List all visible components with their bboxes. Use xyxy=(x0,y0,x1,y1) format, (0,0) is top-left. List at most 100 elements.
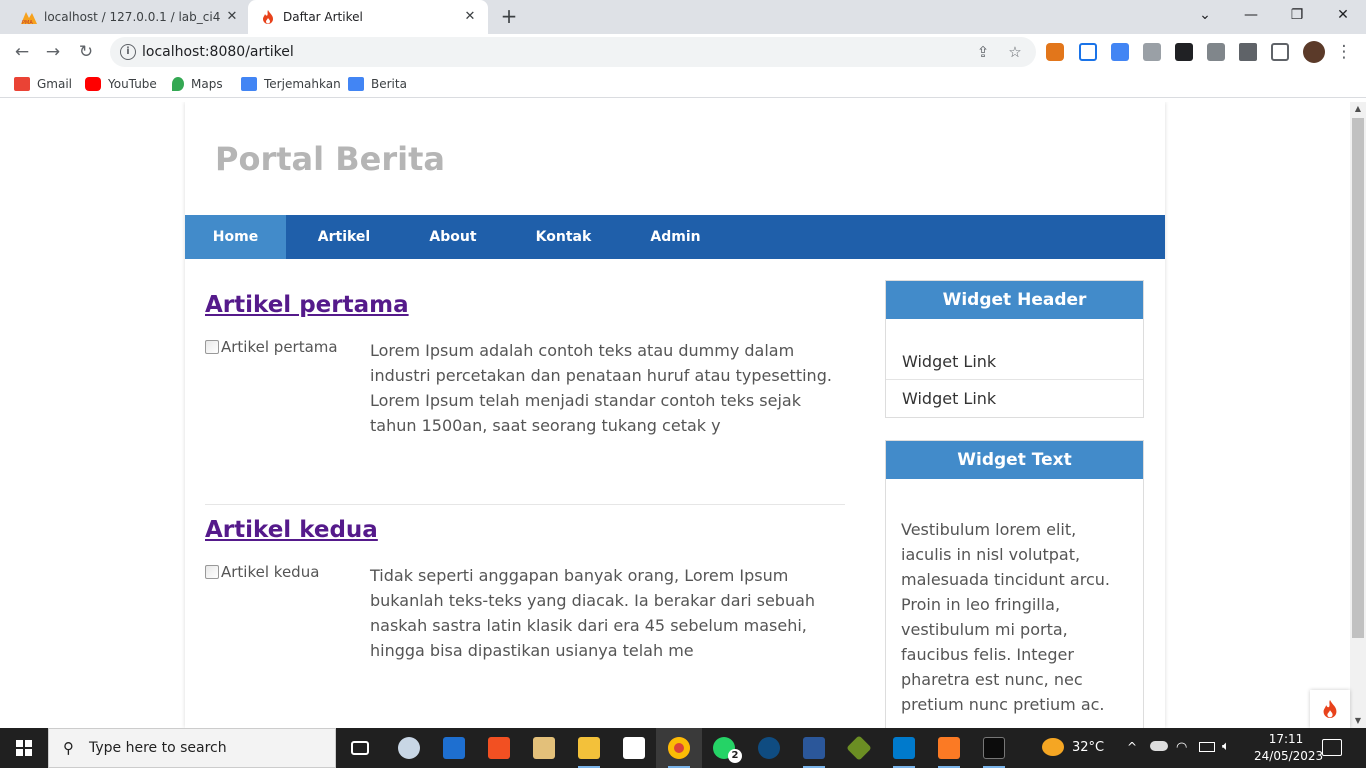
weather-temp: 32°C xyxy=(1072,740,1105,755)
metamask-extension-icon[interactable] xyxy=(1046,43,1064,61)
side-panel-icon[interactable] xyxy=(1271,43,1289,61)
weather-sun-icon xyxy=(1042,738,1064,756)
tab-title: Daftar Artikel xyxy=(283,10,363,24)
widget-text-body: Vestibulum lorem elit, iaculis in nisl v… xyxy=(901,520,1110,714)
article-item: Artikel pertama Artikel pertama Lorem Ip… xyxy=(205,280,845,505)
address-url[interactable]: localhost:8080/artikel xyxy=(142,44,294,60)
image-extension-icon[interactable] xyxy=(1143,43,1161,61)
tray-chevron-up-icon[interactable]: ^ xyxy=(1127,740,1137,780)
scroll-up-arrow-icon[interactable]: ▲ xyxy=(1350,102,1366,116)
news-icon xyxy=(348,77,364,91)
bookmark-berita[interactable]: Berita xyxy=(348,76,407,92)
task-view-icon[interactable] xyxy=(337,728,383,768)
clock-time: 17:11 xyxy=(1268,732,1304,746)
battery-icon[interactable] xyxy=(1199,742,1215,752)
onedrive-cloud-icon[interactable] xyxy=(1150,741,1168,751)
git-app-icon[interactable] xyxy=(836,728,882,768)
translate-extension-icon[interactable] xyxy=(1111,43,1129,61)
scrollbar-thumb[interactable] xyxy=(1352,118,1364,638)
article-title-link[interactable]: Artikel kedua xyxy=(205,517,378,543)
tab-search-chevron-icon[interactable]: ⌄ xyxy=(1182,0,1228,30)
paint-app-icon[interactable] xyxy=(386,728,432,768)
article-image-alt: Artikel kedua xyxy=(221,563,320,581)
address-bar[interactable]: i localhost:8080/artikel ⇪ ☆ xyxy=(110,37,1036,67)
widget-text-title: Widget Text xyxy=(886,441,1143,479)
minimize-button[interactable]: — xyxy=(1228,0,1274,30)
article-excerpt: Lorem Ipsum adalah contoh teks atau dumm… xyxy=(370,341,832,435)
search-placeholder: Type here to search xyxy=(89,740,227,756)
close-icon[interactable]: ✕ xyxy=(462,9,478,25)
bookmark-gmail[interactable]: Gmail xyxy=(14,76,72,92)
gmail-icon xyxy=(14,77,30,91)
widget-link[interactable]: Widget Link xyxy=(886,343,1143,380)
nav-about[interactable]: About xyxy=(402,215,504,259)
edge-app-icon[interactable] xyxy=(746,728,792,768)
nav-artikel[interactable]: Artikel xyxy=(286,215,402,259)
share-icon[interactable]: ⇪ xyxy=(974,43,992,61)
copy-extension-icon[interactable] xyxy=(1207,43,1225,61)
widget-header-title: Widget Header xyxy=(886,281,1143,319)
codeigniter-debug-toolbar-icon[interactable] xyxy=(1310,690,1350,728)
back-button[interactable]: ← xyxy=(10,40,34,64)
bookmark-youtube[interactable]: YouTube xyxy=(85,76,157,92)
tab-title: localhost / 127.0.0.1 / lab_ci4 / user xyxy=(44,10,222,24)
word-viewer-icon[interactable] xyxy=(521,728,567,768)
notepad-app-icon[interactable] xyxy=(611,728,657,768)
chrome-app-icon[interactable] xyxy=(656,728,702,768)
windows-taskbar: ⚲ Type here to search 2 32°C ^ ◠ 🔈︎ 17:1… xyxy=(0,728,1366,768)
terminal-app-icon[interactable] xyxy=(971,728,1017,768)
taskbar-clock[interactable]: 17:11 24/05/2023 xyxy=(1254,731,1324,765)
site-info-icon[interactable]: i xyxy=(120,44,136,60)
puzzle-extensions-icon[interactable] xyxy=(1239,43,1257,61)
restore-button[interactable]: ❐ xyxy=(1274,0,1320,30)
bookmark-label: Gmail xyxy=(37,77,73,91)
bookmark-label: Berita xyxy=(371,77,407,91)
svg-text:PMA: PMA xyxy=(22,20,33,25)
store-app-icon[interactable] xyxy=(476,728,522,768)
page-viewport: Portal Berita Home Artikel About Kontak … xyxy=(0,102,1350,728)
wifi-icon[interactable]: ◠ xyxy=(1176,740,1187,780)
document-extension-icon[interactable] xyxy=(1079,43,1097,61)
mail-app-icon[interactable] xyxy=(431,728,477,768)
article-item: Artikel kedua Artikel kedua Tidak sepert… xyxy=(205,505,845,728)
sidebar: Widget Header Widget Link Widget Link Wi… xyxy=(885,280,1144,728)
nav-kontak[interactable]: Kontak xyxy=(504,215,623,259)
tab-phpmyadmin[interactable]: PMA localhost / 127.0.0.1 / lab_ci4 / us… xyxy=(8,0,248,34)
widget-link[interactable]: Widget Link xyxy=(886,380,1143,417)
translate-icon xyxy=(241,77,257,91)
windows-logo-icon xyxy=(16,740,32,756)
site-header: Portal Berita xyxy=(185,102,1165,215)
bookmark-maps[interactable]: Maps xyxy=(172,76,223,92)
new-tab-button[interactable]: + xyxy=(498,6,520,28)
vscode-app-icon[interactable] xyxy=(881,728,927,768)
article-title-link[interactable]: Artikel pertama xyxy=(205,292,409,318)
close-window-button[interactable]: ✕ xyxy=(1320,0,1366,30)
whatsapp-app-icon[interactable]: 2 xyxy=(701,728,747,768)
close-icon[interactable]: ✕ xyxy=(224,9,240,25)
clock-date: 24/05/2023 xyxy=(1254,749,1324,763)
scroll-down-arrow-icon[interactable]: ▼ xyxy=(1350,714,1366,728)
browser-tab-strip: PMA localhost / 127.0.0.1 / lab_ci4 / us… xyxy=(0,0,1366,34)
article-image-alt: Artikel pertama xyxy=(221,338,338,356)
taskbar-search-box[interactable]: ⚲ Type here to search xyxy=(48,728,336,768)
profile-avatar[interactable] xyxy=(1303,41,1325,63)
start-button[interactable] xyxy=(0,728,48,768)
forward-button[interactable]: → xyxy=(41,40,65,64)
file-explorer-icon[interactable] xyxy=(566,728,612,768)
broken-image-icon xyxy=(205,565,219,579)
menu-dots-icon[interactable]: ⋮ xyxy=(1332,40,1356,64)
ms-word-icon[interactable] xyxy=(791,728,837,768)
xampp-app-icon[interactable] xyxy=(926,728,972,768)
bookmark-terjemahkan[interactable]: Terjemahkan xyxy=(241,76,341,92)
page-container: Portal Berita Home Artikel About Kontak … xyxy=(185,102,1165,728)
nav-home[interactable]: Home xyxy=(185,215,286,259)
nav-admin[interactable]: Admin xyxy=(623,215,728,259)
tab-daftar-artikel[interactable]: Daftar Artikel ✕ xyxy=(248,0,488,34)
dark-extension-icon[interactable] xyxy=(1175,43,1193,61)
volume-icon[interactable]: 🔈︎ xyxy=(1222,739,1230,779)
page-scrollbar[interactable]: ▲ ▼ xyxy=(1350,102,1366,728)
bookmark-star-icon[interactable]: ☆ xyxy=(1006,43,1024,61)
youtube-icon xyxy=(85,77,101,91)
reload-button[interactable]: ↻ xyxy=(74,40,98,64)
notification-center-icon[interactable] xyxy=(1322,739,1342,756)
